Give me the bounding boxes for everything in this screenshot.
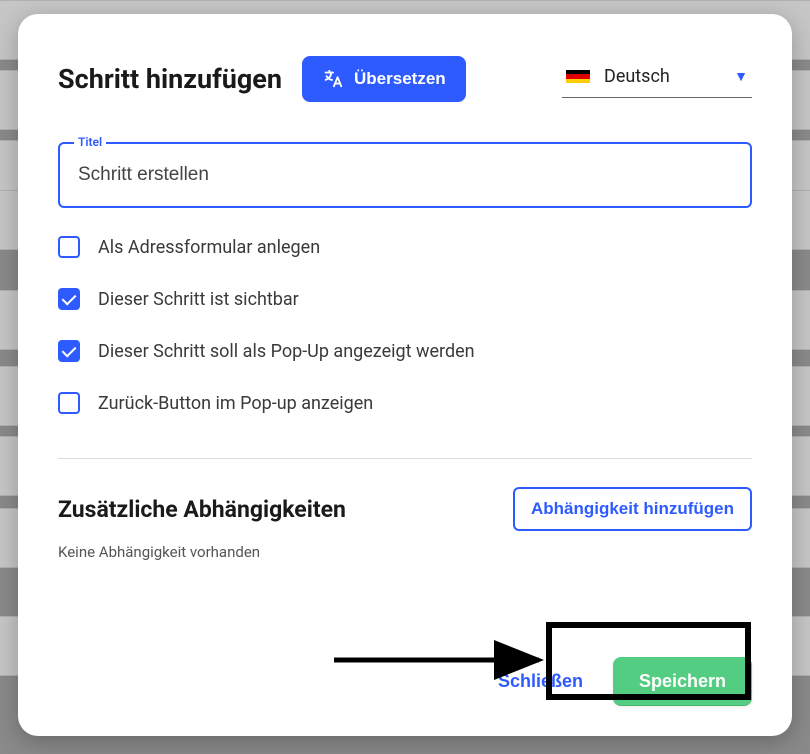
checkbox[interactable] [58, 392, 80, 414]
add-dependency-button[interactable]: Abhängigkeit hinzufügen [513, 487, 752, 531]
checkbox[interactable] [58, 288, 80, 310]
title-field[interactable]: Titel [58, 142, 752, 208]
add-step-modal: Schritt hinzufügen Übersetzen Deutsch ▼ … [18, 14, 792, 736]
checkbox-label: Zurück-Button im Pop-up anzeigen [98, 393, 373, 414]
checkbox-row: Dieser Schritt ist sichtbar [58, 288, 752, 310]
translate-icon [322, 68, 344, 90]
checkbox-label: Dieser Schritt ist sichtbar [98, 289, 299, 310]
checkbox-row: Zurück-Button im Pop-up anzeigen [58, 392, 752, 414]
close-button[interactable]: Schließen [498, 671, 583, 692]
checkbox[interactable] [58, 340, 80, 362]
chevron-down-icon: ▼ [734, 68, 748, 85]
save-button[interactable]: Speichern [613, 657, 752, 706]
title-input[interactable] [78, 164, 732, 186]
language-label: Deutsch [604, 66, 720, 87]
modal-title: Schritt hinzufügen [58, 63, 282, 95]
language-select[interactable]: Deutsch ▼ [562, 60, 752, 98]
translate-button[interactable]: Übersetzen [302, 56, 466, 102]
dependencies-empty-text: Keine Abhängigkeit vorhanden [58, 543, 752, 561]
translate-label: Übersetzen [354, 69, 446, 89]
checkbox[interactable] [58, 236, 80, 258]
dependencies-title: Zusätzliche Abhängigkeiten [58, 496, 346, 523]
modal-footer: Schließen Speichern [58, 617, 752, 706]
divider [58, 458, 752, 459]
modal-header: Schritt hinzufügen Übersetzen Deutsch ▼ [58, 56, 752, 102]
title-field-label: Titel [74, 135, 106, 149]
dependencies-header: Zusätzliche Abhängigkeiten Abhängigkeit … [58, 487, 752, 531]
flag-de-icon [566, 70, 590, 84]
checkbox-row: Dieser Schritt soll als Pop-Up angezeigt… [58, 340, 752, 362]
checkbox-label: Als Adressformular anlegen [98, 237, 320, 258]
checkbox-label: Dieser Schritt soll als Pop-Up angezeigt… [98, 341, 475, 362]
checkbox-row: Als Adressformular anlegen [58, 236, 752, 258]
